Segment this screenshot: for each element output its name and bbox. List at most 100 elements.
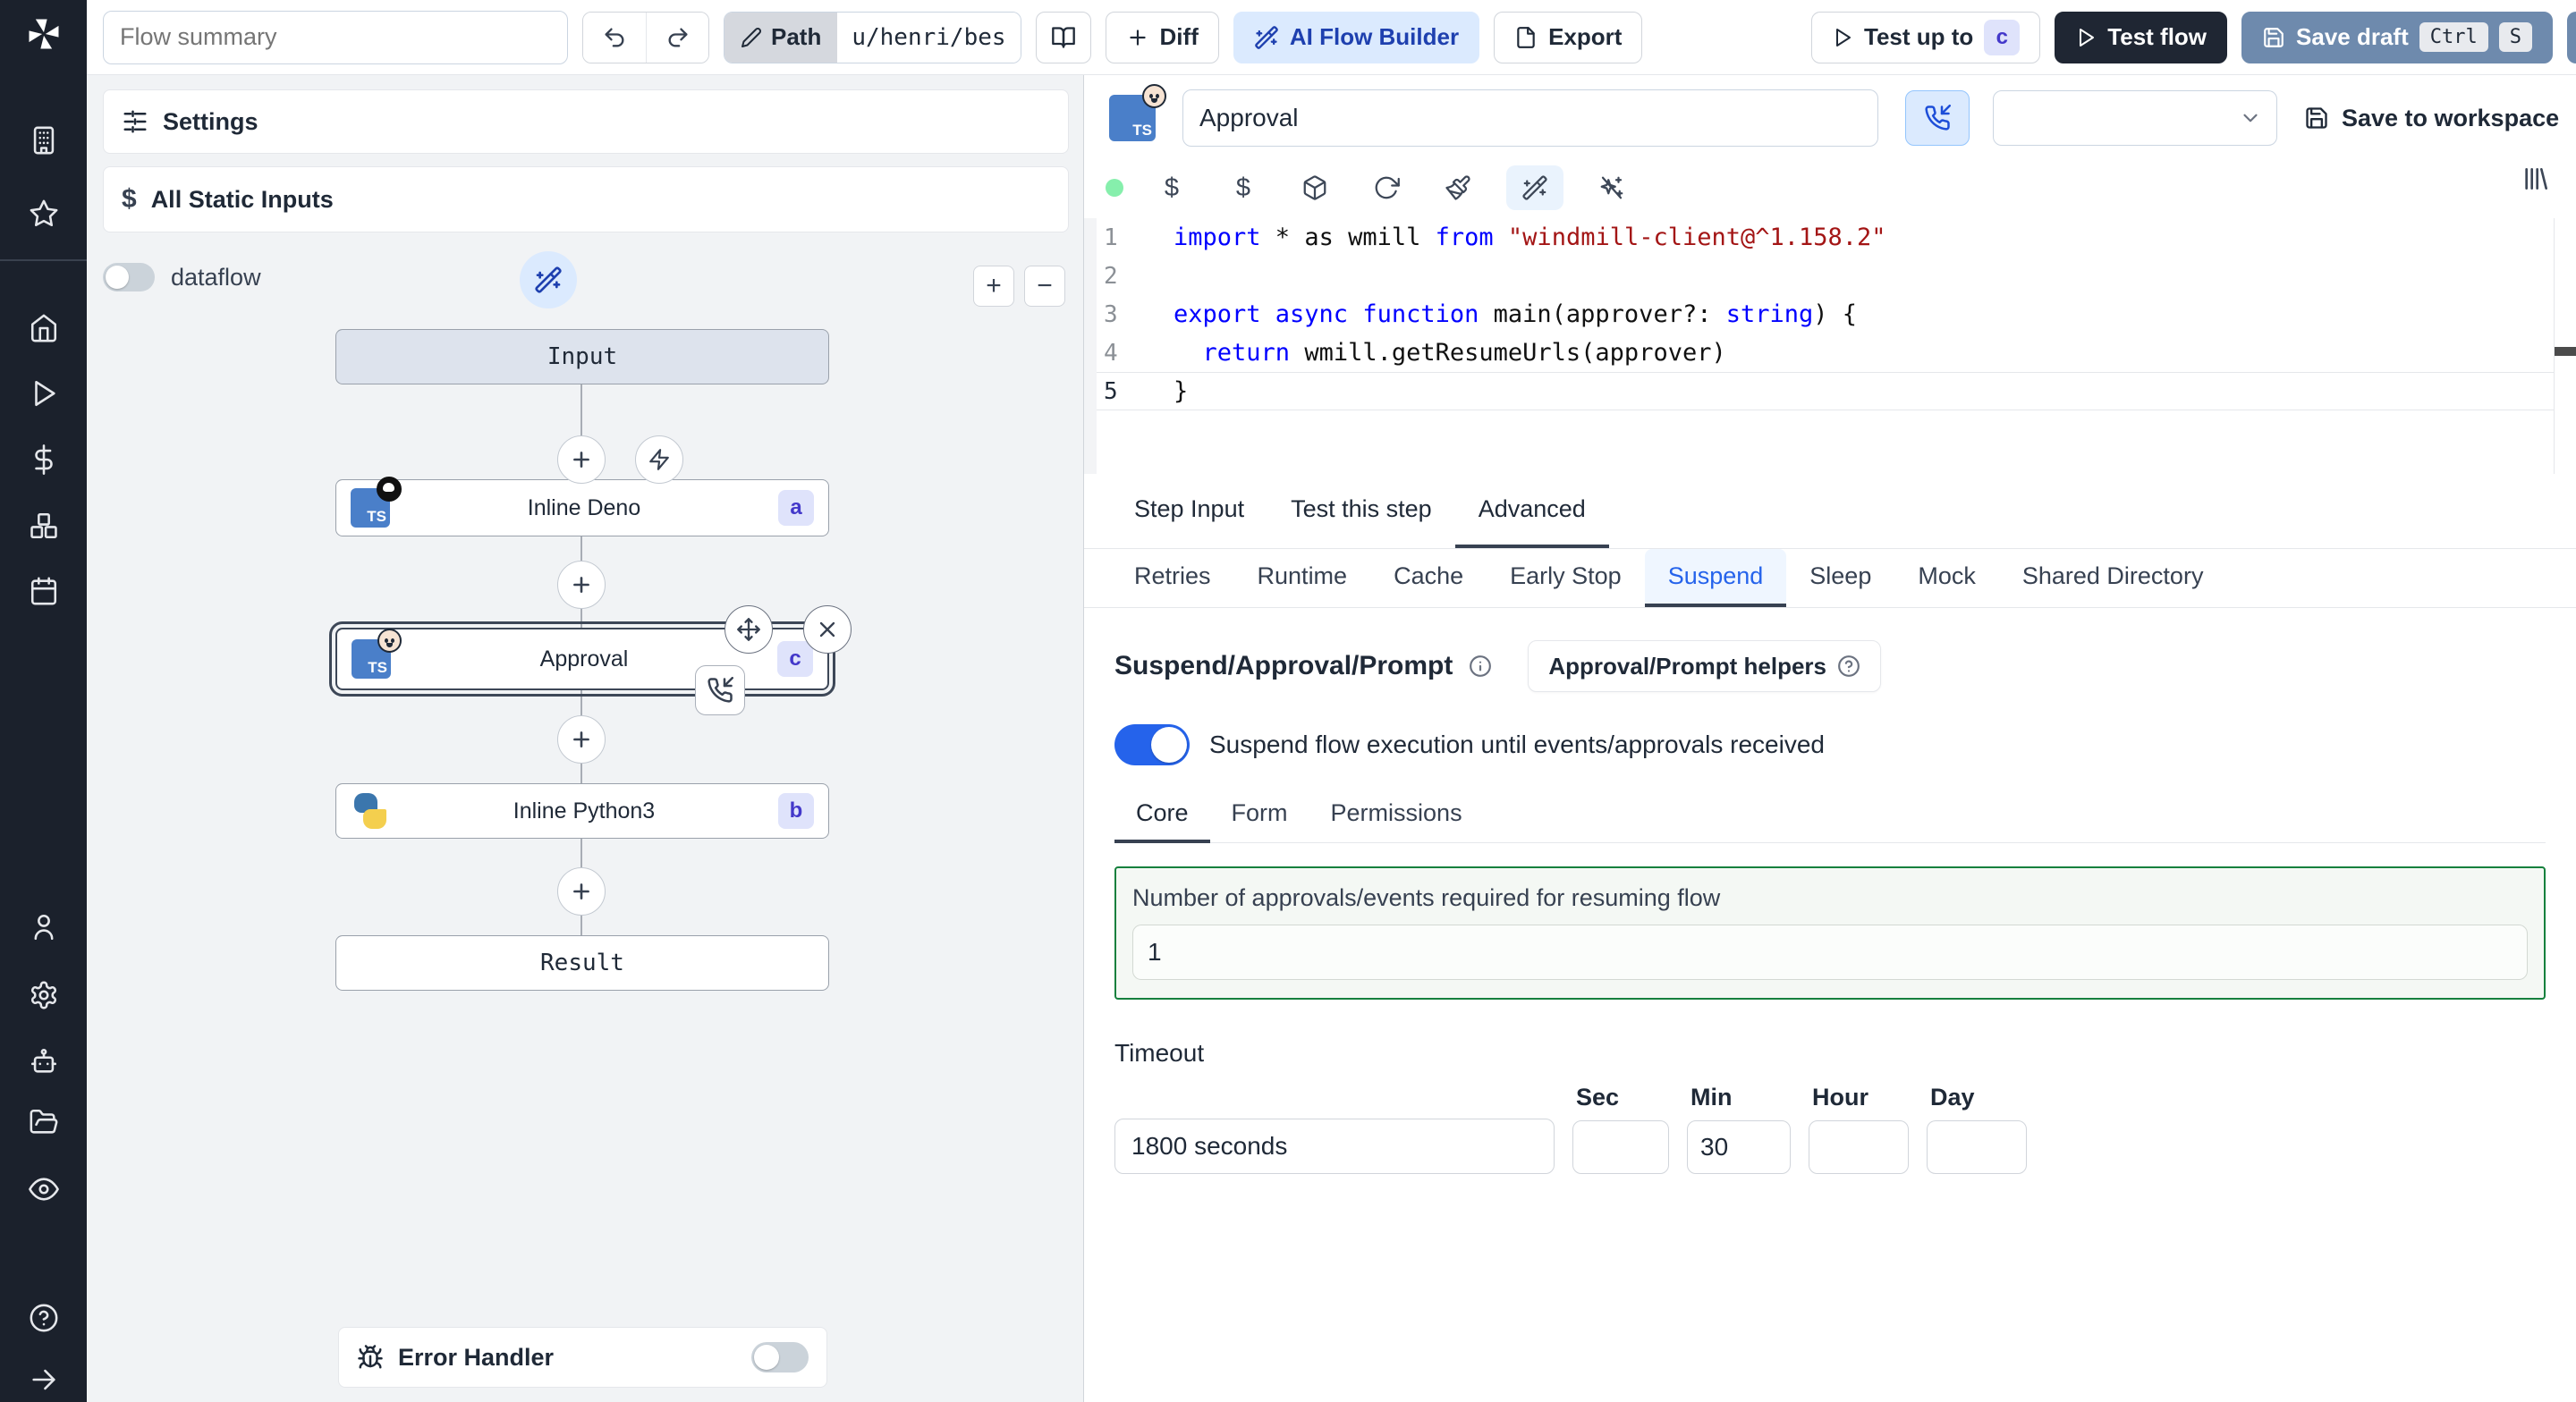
plus-icon xyxy=(573,452,589,468)
sparkles-off-icon[interactable] xyxy=(1589,174,1635,201)
folders-icon[interactable] xyxy=(29,1107,59,1137)
delete-step-button[interactable] xyxy=(803,605,852,654)
info-icon xyxy=(1470,655,1492,677)
tab-suspend[interactable]: Suspend xyxy=(1644,549,1787,607)
suspend-phone-toggle-button[interactable] xyxy=(1905,90,1970,146)
reload-icon[interactable] xyxy=(1363,174,1410,201)
timeout-hour-input[interactable] xyxy=(1809,1120,1909,1174)
diff-button[interactable]: Diff xyxy=(1105,11,1219,63)
variables-dollar-icon[interactable]: $ xyxy=(1148,173,1195,203)
add-trigger-button[interactable] xyxy=(635,435,683,484)
tab-sleep[interactable]: Sleep xyxy=(1786,549,1894,607)
zoom-out-button[interactable]: − xyxy=(1024,266,1065,307)
flow-summary-input[interactable] xyxy=(103,10,568,64)
approvals-required-input[interactable] xyxy=(1132,925,2528,980)
variables-dollar-icon[interactable] xyxy=(29,444,59,475)
ai-assist-wand-button[interactable] xyxy=(1506,165,1563,210)
tab-shared-directory[interactable]: Shared Directory xyxy=(1999,549,2227,607)
add-step-button-3[interactable] xyxy=(557,715,606,764)
redo-button[interactable] xyxy=(646,12,708,63)
flow-node-result[interactable]: Result xyxy=(335,935,829,991)
test-flow-button[interactable]: Test flow xyxy=(2055,11,2228,63)
plus-icon xyxy=(573,883,589,899)
collapse-arrow-right-icon[interactable] xyxy=(29,1364,59,1395)
tab-retries[interactable]: Retries xyxy=(1111,549,1234,607)
flow-node-inline-python[interactable]: Inline Python3 b xyxy=(335,783,829,839)
timeout-min-input[interactable] xyxy=(1687,1120,1791,1174)
all-static-inputs-bar[interactable]: $ All Static Inputs xyxy=(103,166,1069,232)
typescript-approval-icon xyxy=(352,629,402,679)
export-button[interactable]: Export xyxy=(1494,11,1643,63)
tab-core[interactable]: Core xyxy=(1114,799,1210,843)
resources-boxes-icon[interactable] xyxy=(29,511,59,541)
file-export-icon xyxy=(1517,26,1535,48)
tab-step-input[interactable]: Step Input xyxy=(1111,474,1267,548)
deploy-button-partial[interactable] xyxy=(2567,11,2576,63)
add-step-button-2[interactable] xyxy=(557,561,606,609)
save-icon xyxy=(2264,27,2284,47)
help-circle-icon xyxy=(1838,655,1860,677)
add-step-button-1[interactable] xyxy=(557,435,606,484)
tab-mock[interactable]: Mock xyxy=(1894,549,1999,607)
ai-flow-builder-button[interactable]: AI Flow Builder xyxy=(1233,11,1480,63)
workers-robot-icon[interactable] xyxy=(29,1046,59,1077)
add-step-button-4[interactable] xyxy=(557,867,606,916)
timeout-sec-input[interactable] xyxy=(1572,1120,1669,1174)
building-icon[interactable] xyxy=(29,125,59,156)
format-brush-icon[interactable] xyxy=(1435,174,1481,201)
error-handler-toggle[interactable] xyxy=(751,1342,809,1372)
undo-button[interactable] xyxy=(583,12,646,63)
editor-scrollbar[interactable] xyxy=(2555,347,2576,356)
approval-phone-badge[interactable] xyxy=(695,665,745,715)
save-to-workspace-button[interactable]: Save to workspace xyxy=(2304,105,2559,132)
step-name-input[interactable] xyxy=(1182,89,1878,147)
resources-dollar-icon[interactable]: $ xyxy=(1220,173,1267,203)
save-draft-button[interactable]: Save draft Ctrl S xyxy=(2241,11,2553,63)
code-editor[interactable]: 1 import * as wmill from "windmill-clien… xyxy=(1084,218,2554,474)
approval-prompt-helpers-button[interactable]: Approval/Prompt helpers xyxy=(1528,640,1881,692)
language-select[interactable] xyxy=(1993,90,2277,146)
tab-cache[interactable]: Cache xyxy=(1370,549,1487,607)
runs-play-icon[interactable] xyxy=(29,378,59,409)
users-icon[interactable] xyxy=(29,912,59,942)
timeout-seconds-input[interactable] xyxy=(1114,1119,1555,1174)
dataflow-toggle[interactable] xyxy=(103,263,155,291)
tab-test-this-step[interactable]: Test this step xyxy=(1267,474,1455,548)
test-flow-label: Test flow xyxy=(2107,23,2207,50)
test-up-to-button[interactable]: Test up to c xyxy=(1811,11,2041,63)
flow-node-inline-deno[interactable]: Inline Deno a xyxy=(335,477,829,536)
tab-early-stop[interactable]: Early Stop xyxy=(1487,549,1645,607)
code-line-1: 1 import * as wmill from "windmill-clien… xyxy=(1084,218,2554,257)
tab-advanced[interactable]: Advanced xyxy=(1454,474,1609,548)
suspend-toggle[interactable] xyxy=(1114,724,1190,765)
library-panel-icon[interactable] xyxy=(2521,165,2549,193)
move-step-button[interactable] xyxy=(724,605,773,654)
timeout-day-input[interactable] xyxy=(1927,1120,2027,1174)
help-circle-icon[interactable] xyxy=(29,1303,59,1333)
tab-permissions[interactable]: Permissions xyxy=(1309,799,1484,843)
path-control[interactable]: Path u/henri/bes xyxy=(724,11,1021,63)
flow-preview-book-button[interactable] xyxy=(1035,11,1091,63)
audit-eye-icon[interactable] xyxy=(28,1174,59,1204)
zoom-in-button[interactable]: + xyxy=(973,266,1014,307)
path-button[interactable]: Path xyxy=(724,12,838,63)
code-line-3: 3 export async function main(approver?: … xyxy=(1084,295,2554,334)
wand-icon xyxy=(535,266,562,293)
package-icon[interactable] xyxy=(1292,174,1338,201)
schedules-calendar-icon[interactable] xyxy=(29,576,59,606)
flow-node-input[interactable]: Input xyxy=(335,329,829,384)
settings-gear-icon[interactable] xyxy=(29,980,59,1010)
windmill-logo-icon[interactable] xyxy=(24,14,64,54)
unit-min-label: Min xyxy=(1690,1084,1733,1111)
deno-icon xyxy=(377,477,402,502)
tab-runtime[interactable]: Runtime xyxy=(1234,549,1371,607)
star-icon[interactable] xyxy=(29,198,59,229)
advanced-tabs: Retries Runtime Cache Early Stop Suspend… xyxy=(1084,549,2576,608)
tab-form[interactable]: Form xyxy=(1210,799,1309,843)
ai-step-wand-button[interactable] xyxy=(520,251,577,308)
home-icon[interactable] xyxy=(29,313,59,343)
error-handler-bar[interactable]: Error Handler xyxy=(338,1327,827,1388)
python-node-badge: b xyxy=(778,793,814,829)
flow-graph-panel: Settings $ All Static Inputs dataflow + … xyxy=(87,75,1084,1402)
flow-settings-bar[interactable]: Settings xyxy=(103,89,1069,154)
